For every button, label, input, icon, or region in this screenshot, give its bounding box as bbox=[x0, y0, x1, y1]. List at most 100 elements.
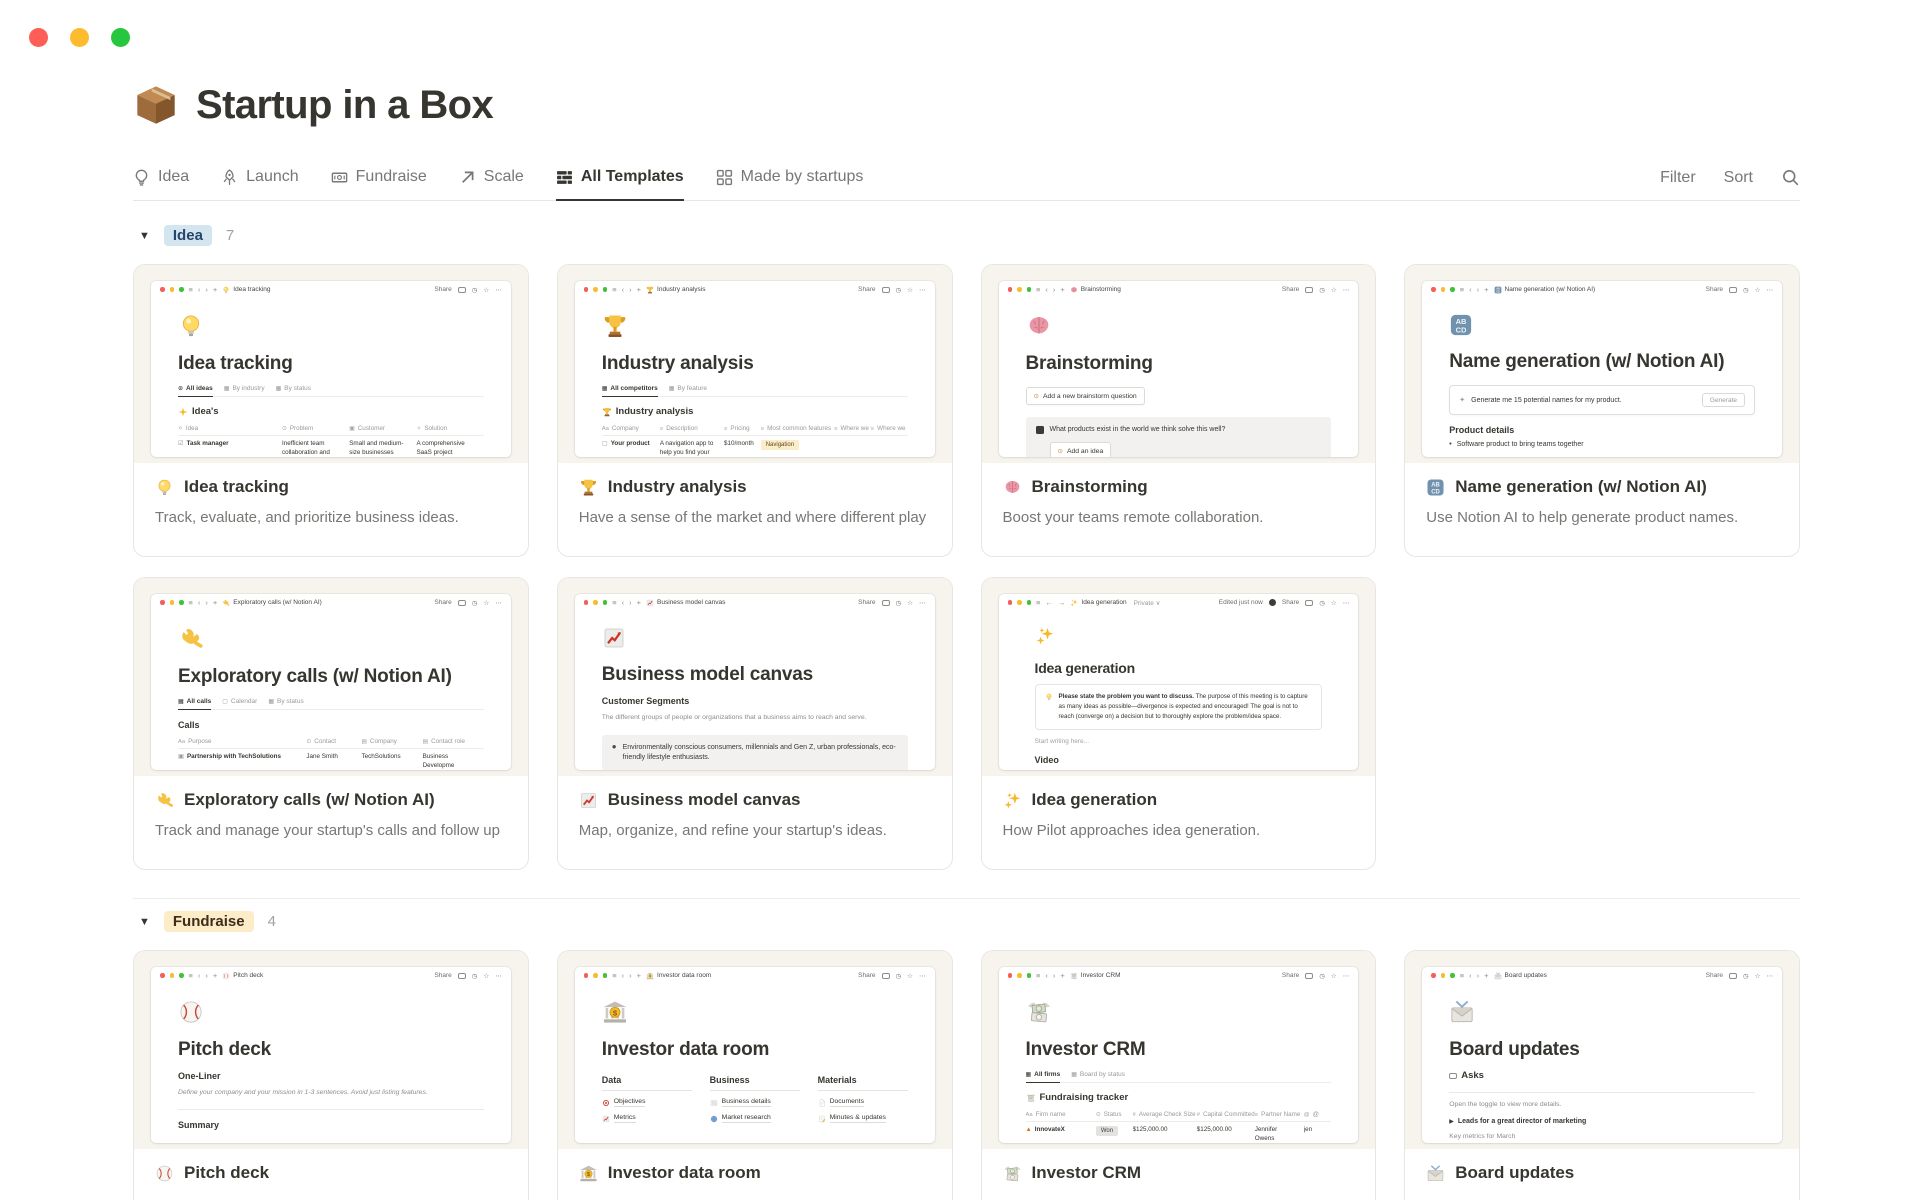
template-card-investor-data-room[interactable]: ≡ ‹ › + $ Investor data room Share ◷ ☆ ⋯ $ Investor… bbox=[556, 950, 953, 1200]
mini-window: ≡ ‹ › + $ Investor data room Share ◷ ☆ ⋯ $ Investor… bbox=[574, 967, 935, 1143]
chart-icon bbox=[602, 1115, 610, 1123]
sort-button[interactable]: Sort bbox=[1724, 169, 1753, 187]
mini-titlebar-actions: Share ◷ ☆ ⋯ bbox=[858, 286, 925, 294]
template-card-business-model-canvas[interactable]: ≡ ‹ › + Business model canvas Share ◷ ☆ ⋯ Busines… bbox=[556, 577, 953, 870]
mini-button-row: ⊙ Add a new brainstorm question bbox=[1025, 375, 1332, 405]
close-button[interactable] bbox=[29, 28, 48, 47]
card-footer: $ Investor data room bbox=[558, 1149, 952, 1195]
mini-breadcrumb: Pitch deck bbox=[222, 972, 263, 980]
view-icon: ▦ bbox=[1071, 1072, 1077, 1078]
avatar bbox=[1268, 599, 1276, 606]
mini-view-tab: ▦ Board by status bbox=[1071, 1071, 1125, 1082]
card-footer: Idea generation How Pilot approaches idea… bbox=[982, 776, 1376, 839]
mini-page-title: Idea generation bbox=[1034, 660, 1136, 676]
template-card-pitch-deck[interactable]: ≡ ‹ › + Pitch deck Share ◷ ☆ ⋯ Pitch deck One-Line… bbox=[133, 950, 529, 1200]
disclosure-triangle-icon[interactable]: ▼ bbox=[139, 230, 150, 242]
card-thumbnail: ≡ ‹ › + $ Investor data room Share ◷ ☆ ⋯ $ Investor… bbox=[557, 951, 952, 1149]
mini-column-header-label: Description bbox=[666, 425, 698, 432]
mini-column-header-label: Company bbox=[369, 738, 397, 745]
card-footer: Industry analysis Have a sense of the mar… bbox=[558, 463, 952, 526]
mini-column-header: ≡ Pricing bbox=[724, 422, 761, 435]
mini-minimize-icon bbox=[169, 600, 174, 605]
template-card-board-updates[interactable]: ≡ ‹ › + Board updates Share ◷ ☆ ⋯ Board updates As… bbox=[1404, 950, 1800, 1200]
mini-breadcrumb-label: Idea tracking bbox=[233, 286, 271, 293]
disclosure-triangle-icon[interactable]: ▼ bbox=[139, 916, 150, 928]
mini-close-icon bbox=[1007, 287, 1012, 292]
comments-icon bbox=[881, 599, 890, 606]
back-icon: ← bbox=[1045, 597, 1053, 607]
mini-view-tab-label: All ideas bbox=[186, 385, 213, 392]
mini-add-button-label: Add a new brainstorm question bbox=[1042, 392, 1137, 400]
chart-icon bbox=[602, 626, 626, 650]
card-thumbnail: ≡ ‹ › + AB CD Name generation (w/ Notion AI) Sh… bbox=[1405, 265, 1799, 463]
mini-column-header: ≡ Partner Name bbox=[1255, 1108, 1304, 1121]
tab-all-templates[interactable]: All Templates bbox=[555, 168, 684, 201]
mini-table-cell: jen bbox=[1304, 1122, 1332, 1143]
package-icon[interactable] bbox=[133, 82, 179, 128]
view-icon: ▦ bbox=[223, 386, 230, 392]
mini-view-tabs: ▦ All firms ▦ Board by status bbox=[1025, 1071, 1332, 1083]
mini-table-cell: ▲ InnovateX bbox=[1026, 1122, 1096, 1143]
column-type-icon: # bbox=[1196, 1111, 1200, 1118]
bank-icon: $ bbox=[602, 999, 628, 1025]
forward-icon: › bbox=[1052, 284, 1056, 294]
menu-icon: ≡ bbox=[188, 284, 193, 294]
mini-page-title: Investor data room bbox=[601, 1039, 770, 1060]
template-card-investor-crm[interactable]: ≡ ‹ › + Investor CRM Share ◷ ☆ ⋯ Investor CRM ▦ All… bbox=[980, 950, 1377, 1200]
mini-column-header-label: Where we lose bbox=[877, 425, 907, 432]
card-footer: Pitch deck bbox=[134, 1149, 528, 1195]
mini-view-tabs: ▦ All competitors ▦ By feature bbox=[601, 385, 908, 397]
mini-page-body: Idea generation Please state the problem … bbox=[999, 626, 1359, 770]
mini-cell-text: $10/month bbox=[724, 440, 754, 447]
mini-table-body: ☑ Task manager Inefficient team collaborat… bbox=[178, 436, 484, 457]
callme-icon bbox=[222, 599, 230, 607]
menu-icon: ≡ bbox=[612, 970, 617, 980]
template-card-exploratory-calls[interactable]: ≡ ‹ › + Exploratory calls (w/ Notion AI) Shar… bbox=[133, 577, 529, 870]
template-card-idea-tracking[interactable]: ≡ ‹ › + Idea tracking Share ◷ ☆ ⋯ Idea tracking ⊙ A… bbox=[133, 264, 529, 557]
mini-page-title: Exploratory calls (w/ Notion AI) bbox=[178, 666, 452, 687]
view-icon: ▦ bbox=[178, 699, 184, 705]
updates-icon: ◷ bbox=[1743, 286, 1749, 294]
search-icon[interactable] bbox=[1781, 168, 1800, 187]
mini-column-header-label: Customer bbox=[357, 425, 385, 432]
mini-breadcrumb-label: Pitch deck bbox=[233, 972, 264, 979]
forward-icon: → bbox=[1057, 597, 1066, 607]
svg-text:$: $ bbox=[613, 1008, 618, 1017]
card-title: Pitch deck bbox=[155, 1163, 507, 1183]
filter-button[interactable]: Filter bbox=[1660, 169, 1696, 187]
doc-icon bbox=[818, 1099, 826, 1107]
mini-view-tab: ▦ By feature bbox=[669, 385, 707, 396]
mini-page-link-label: Metrics bbox=[613, 1114, 636, 1123]
tab-idea[interactable]: Idea bbox=[133, 168, 189, 199]
back-icon: ‹ bbox=[621, 597, 625, 607]
column-type-icon: ≡ bbox=[724, 425, 728, 432]
template-card-name-generation[interactable]: ≡ ‹ › + AB CD Name generation (w/ Notion AI) Sh… bbox=[1404, 264, 1800, 557]
moneywings-icon bbox=[1070, 972, 1078, 980]
mini-page-link: Objectives bbox=[602, 1098, 692, 1107]
card-title: Idea generation bbox=[1003, 790, 1355, 810]
mini-minimize-icon bbox=[593, 973, 598, 978]
template-card-industry-analysis[interactable]: ≡ ‹ › + Industry analysis Share ◷ ☆ ⋯ Industry an… bbox=[556, 264, 953, 557]
template-card-idea-generation[interactable]: ≡ ← → Idea generation Private ∨ Edited just n… bbox=[980, 577, 1377, 870]
zoom-button[interactable] bbox=[111, 28, 130, 47]
column-type-icon: @ bbox=[1303, 1111, 1310, 1118]
envelope-icon bbox=[1426, 1164, 1445, 1183]
template-card-brainstorming[interactable]: ≡ ‹ › + Brainstorming Share ◷ ☆ ⋯ Brainstorming ⊙ A… bbox=[980, 264, 1377, 557]
tab-launch[interactable]: Launch bbox=[221, 168, 299, 199]
mini-table-body: ▲ InnovateX Won $125,000.00 $125,000.00 Jenni… bbox=[1026, 1122, 1332, 1143]
tab-scale[interactable]: Scale bbox=[459, 168, 524, 199]
mini-page-title: Name generation (w/ Notion AI) bbox=[1449, 351, 1725, 372]
tab-label: Idea bbox=[158, 168, 190, 185]
card-thumbnail: ≡ ‹ › + Board updates Share ◷ ☆ ⋯ Board updates As… bbox=[1405, 951, 1799, 1149]
tab-fundraise[interactable]: Fundraise bbox=[331, 168, 427, 199]
forward-icon: › bbox=[205, 970, 208, 980]
tab-made-by-startups[interactable]: Made by startups bbox=[716, 168, 863, 199]
card-footer: AB CD Name generation (w/ Notion AI) Use No… bbox=[1405, 463, 1799, 526]
mini-database-table: Aa Company ≡ Description ≡ Pricing ≡ Most commo… bbox=[601, 422, 908, 457]
mini-table-header: Aa Firm name ⊙ Status # Average Check Size # Ca… bbox=[1025, 1108, 1332, 1122]
mini-titlebar: ≡ ‹ › + Business model canvas Share ◷ ☆ ⋯ bbox=[575, 594, 935, 611]
mini-titlebar-actions: Share ◷ ☆ ⋯ bbox=[858, 972, 925, 980]
brain-icon bbox=[1003, 478, 1022, 497]
minimize-button[interactable] bbox=[70, 28, 89, 47]
tab-label: All Templates bbox=[580, 168, 684, 185]
